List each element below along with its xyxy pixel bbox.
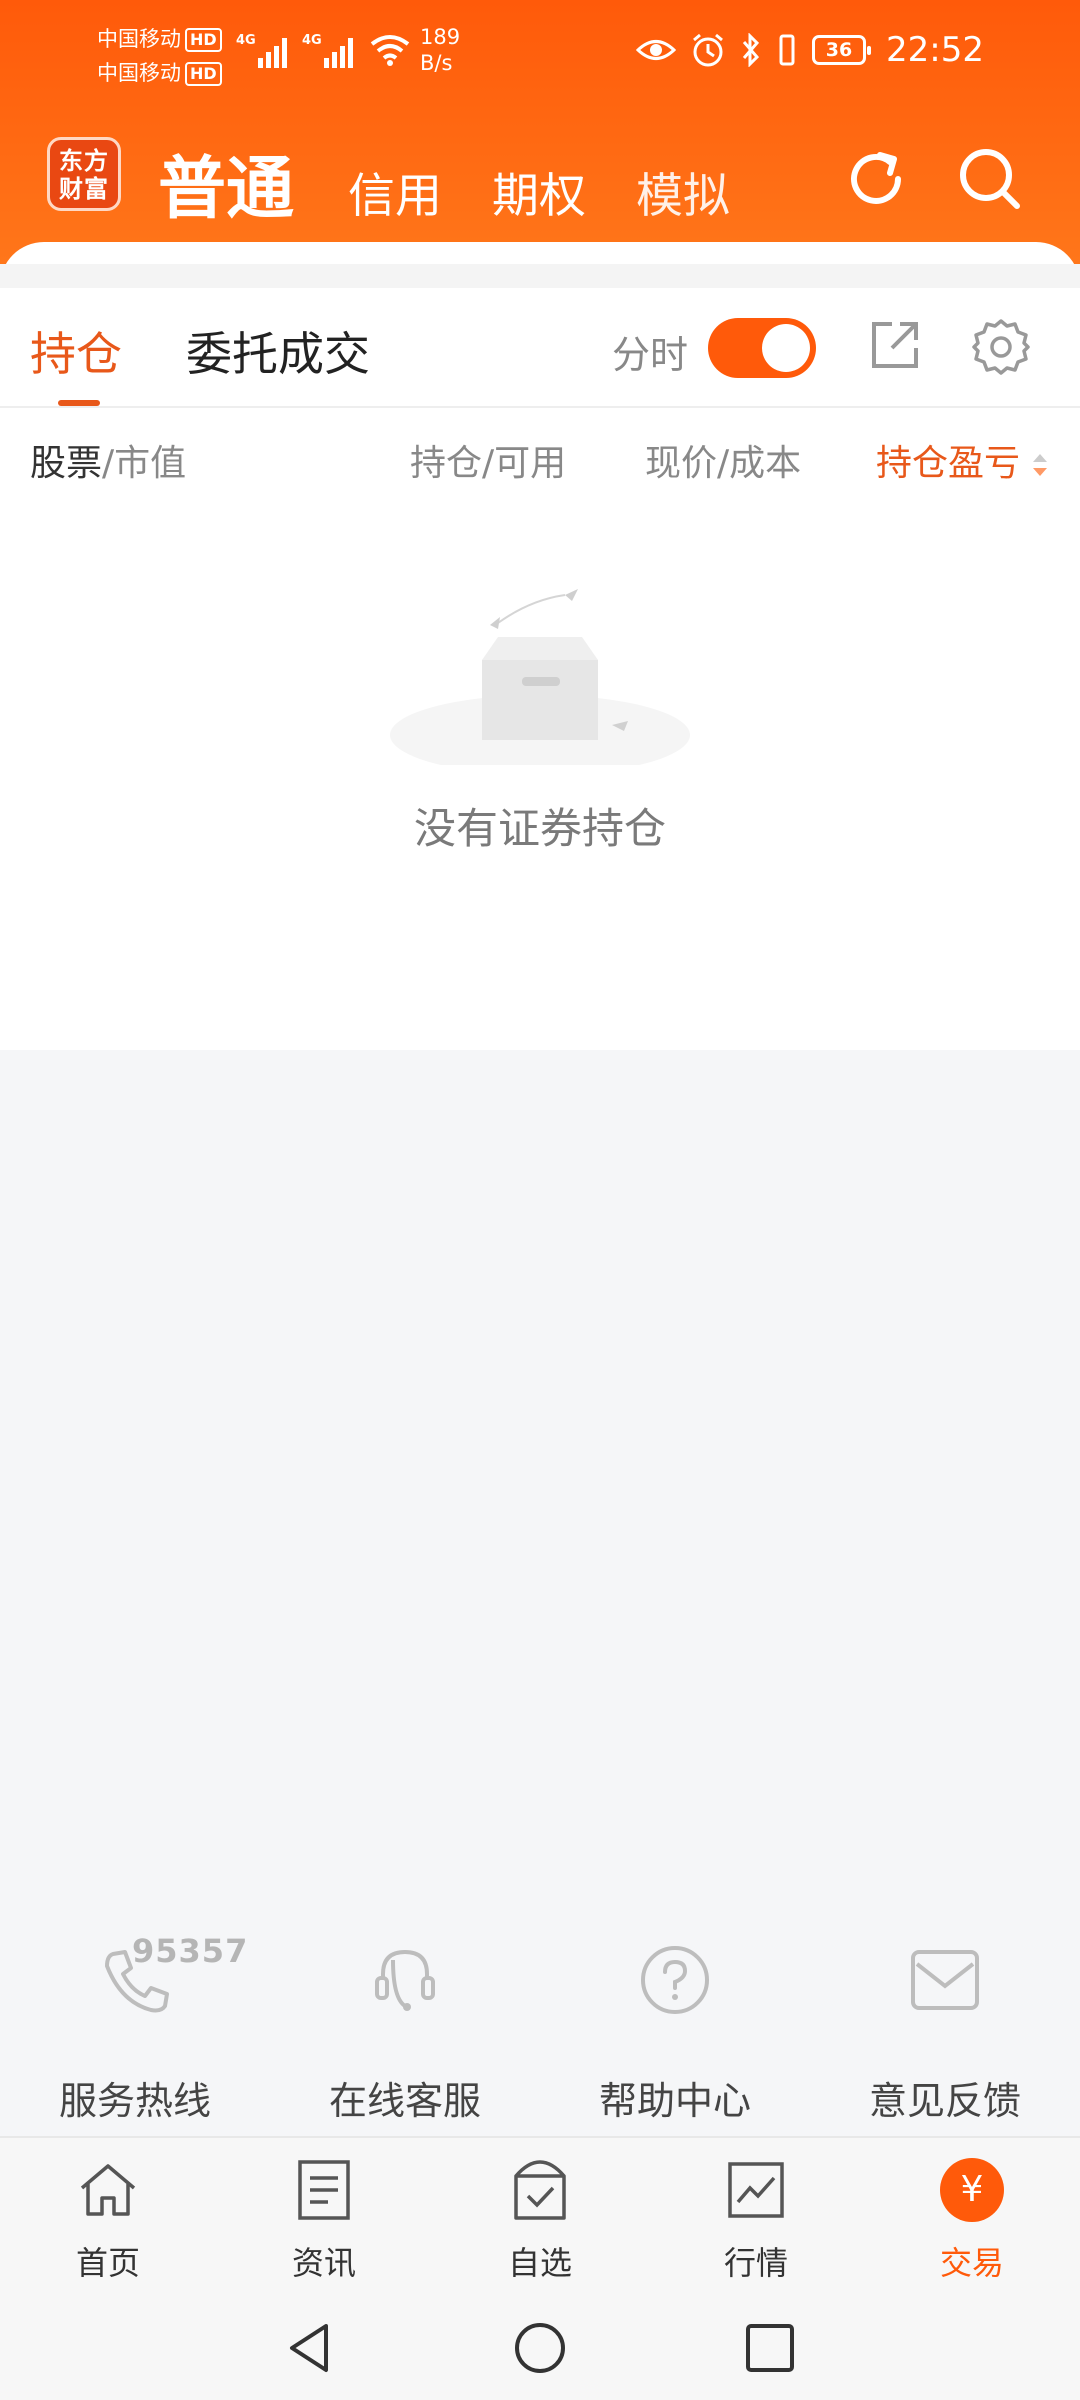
empty-message: 没有证券持仓: [413, 804, 666, 853]
battery-level: 36: [825, 39, 853, 61]
recents-icon[interactable]: [742, 2320, 798, 2376]
eye-icon: [636, 40, 677, 60]
col-stock-value[interactable]: 股票/市值: [30, 434, 186, 486]
card-divider: [0, 264, 1080, 288]
trade-icon: ¥: [940, 2158, 1004, 2222]
status-icons: 36 22:52: [636, 30, 984, 70]
service-help-center[interactable]: 帮助中心: [540, 1940, 810, 2136]
carrier-1: 中国移动: [97, 27, 181, 51]
chart-icon: [728, 2162, 784, 2218]
bluetooth-icon: [742, 33, 760, 67]
service-online-support[interactable]: 在线客服: [270, 1940, 540, 2136]
top-nav: 东方 财富 普通 信用 期权 模拟: [0, 125, 1080, 235]
empty-state: 没有证券持仓: [0, 505, 1080, 1050]
signal-icon-2: 4G: [302, 33, 353, 68]
tab-home-label: 首页: [75, 2244, 140, 2282]
service-hotline[interactable]: 95357 服务热线: [0, 1932, 270, 2136]
bottom-tab-bar: 首页 资讯 自选 行情 ¥ 交易: [0, 2136, 1080, 2294]
tab-market-label: 行情: [723, 2244, 788, 2282]
subtab-orders-deals[interactable]: 委托成交: [186, 318, 370, 384]
fenshi-label: 分时: [612, 333, 689, 377]
hd-badge-1: HD: [185, 28, 222, 52]
search-icon[interactable]: [954, 143, 1026, 215]
news-icon: [298, 2160, 350, 2220]
tab-trade[interactable]: ¥ 交易: [864, 2138, 1080, 2296]
refresh-icon[interactable]: [840, 143, 912, 215]
tab-watchlist-label: 自选: [507, 2244, 572, 2282]
battery-indicator: 36: [812, 35, 872, 65]
tab-home[interactable]: 首页: [0, 2138, 216, 2296]
tab-normal[interactable]: 普通: [158, 133, 294, 232]
sort-icon[interactable]: [1030, 450, 1050, 480]
service-feedback-label: 意见反馈: [868, 2079, 1021, 2123]
net-speed-value: 189: [420, 25, 461, 49]
net-speed: 189 B/s: [420, 24, 460, 76]
fenshi-toggle[interactable]: [708, 318, 816, 378]
carrier-2: 中国移动: [97, 61, 181, 85]
tab-news[interactable]: 资讯: [216, 2138, 432, 2296]
app-logo[interactable]: 东方 财富: [47, 137, 121, 211]
share-icon[interactable]: [866, 316, 924, 374]
home-nav-icon[interactable]: [512, 2320, 568, 2376]
help-icon: [641, 1946, 709, 2014]
back-icon[interactable]: [282, 2320, 338, 2376]
service-online-support-label: 在线客服: [328, 2079, 481, 2123]
gear-icon[interactable]: [970, 316, 1032, 378]
service-help-center-label: 帮助中心: [598, 2079, 751, 2123]
tab-market[interactable]: 行情: [648, 2138, 864, 2296]
col-stock: 股票: [30, 443, 103, 484]
positions-subtabs: 持仓 委托成交 分时: [0, 288, 1080, 408]
net-speed-unit: B/s: [420, 51, 453, 75]
tab-options[interactable]: 期权: [492, 157, 586, 226]
col-price-cost[interactable]: 现价/成本: [645, 434, 801, 486]
status-bar: 中国移动 HD 中国移动 HD 4G 4G 189 B/s 36 22:52: [0, 0, 1080, 110]
empty-box-icon: [390, 589, 690, 765]
logo-line-2: 财富: [59, 175, 109, 203]
alarm-icon: [693, 33, 723, 67]
tab-news-label: 资讯: [291, 2244, 356, 2282]
tab-watchlist[interactable]: 自选: [432, 2138, 648, 2296]
clock: 22:52: [886, 30, 984, 70]
system-nav-bar: [0, 2294, 1080, 2400]
toggle-knob: [762, 324, 810, 372]
col-hold-available[interactable]: 持仓/可用: [410, 434, 566, 486]
tab-credit[interactable]: 信用: [348, 157, 442, 226]
vibrate-icon: [779, 34, 795, 66]
service-feedback[interactable]: 意见反馈: [810, 1940, 1080, 2136]
col-market-value: /市值: [102, 443, 187, 484]
service-hotline-label: 服务热线: [58, 2079, 211, 2123]
carrier-info: 中国移动 HD 中国移动 HD: [97, 22, 222, 90]
service-row: 95357 服务热线 在线客服 帮助中心 意见反馈: [0, 1932, 1080, 2136]
net-type-label-2: 4G: [302, 33, 322, 48]
wifi-icon: [370, 35, 410, 66]
column-headers: 股票/市值 持仓/可用 现价/成本 持仓盈亏: [0, 410, 1080, 505]
watchlist-icon: [514, 2160, 566, 2220]
tab-simulation[interactable]: 模拟: [636, 157, 730, 226]
mail-icon: [911, 1950, 979, 2010]
net-type-label-1: 4G: [236, 33, 256, 48]
subtab-indicator: [58, 400, 100, 406]
hd-badge-2: HD: [185, 62, 222, 86]
tab-trade-label: 交易: [939, 2244, 1004, 2282]
logo-line-1: 东方: [59, 147, 109, 175]
subtab-holdings[interactable]: 持仓: [30, 318, 122, 384]
hotline-number: 95357: [132, 1932, 249, 1970]
headset-icon: [375, 1949, 435, 2011]
signal-icon-1: 4G: [236, 33, 287, 68]
home-icon: [80, 2164, 136, 2216]
